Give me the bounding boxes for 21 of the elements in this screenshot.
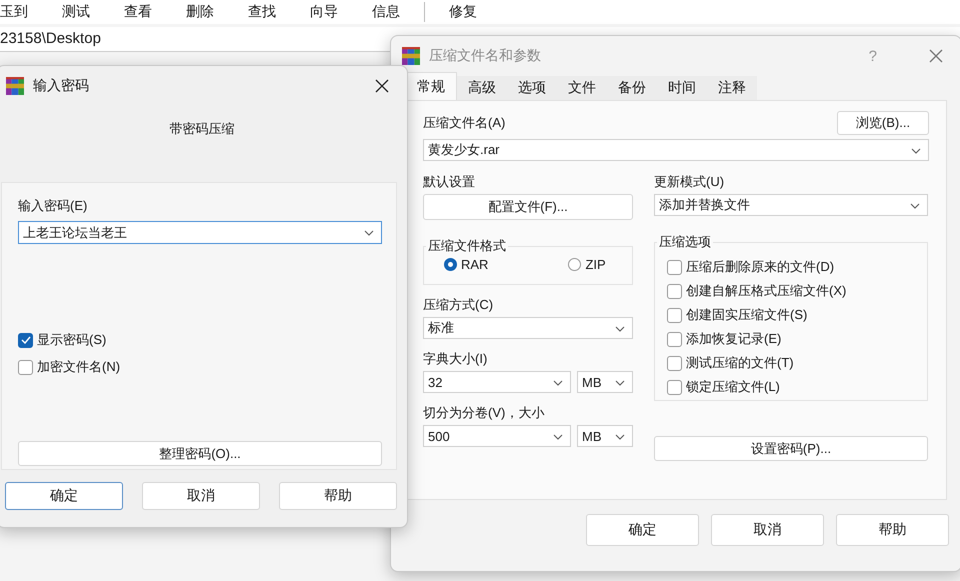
- field-label: 输入密码(E): [18, 197, 88, 215]
- checkbox-label: 锁定压缩文件(L): [686, 378, 780, 396]
- field-label: 压缩方式(C): [423, 296, 494, 314]
- checkbox-label: 加密文件名(N): [37, 358, 120, 376]
- checkbox-label: 压缩后删除原来的文件(D): [686, 258, 834, 276]
- window-title: 输入密码: [33, 77, 89, 95]
- field-label: 字典大小(I): [423, 350, 488, 368]
- group-title: 压缩文件格式: [427, 237, 507, 255]
- checkbox-label: 添加恢复记录(E): [686, 330, 782, 348]
- dialog-subtitle: 带密码压缩: [168, 120, 236, 138]
- checkbox-label: 显示密码(S): [37, 331, 106, 349]
- field-label: 默认设置: [423, 173, 476, 191]
- radio-label: ZIP: [585, 257, 606, 272]
- checkbox-label: 创建固实压缩文件(S): [686, 306, 808, 324]
- radio-label: RAR: [461, 257, 488, 272]
- checkbox-label: 测试压缩的文件(T): [686, 354, 794, 372]
- field-label: 压缩文件名(A): [423, 114, 506, 132]
- field-label: 切分为分卷(V)，大小: [423, 404, 546, 422]
- group-title: 压缩选项: [658, 233, 712, 251]
- checkbox-label: 创建自解压格式压缩文件(X): [686, 282, 846, 300]
- field-label: 更新模式(U): [654, 173, 726, 191]
